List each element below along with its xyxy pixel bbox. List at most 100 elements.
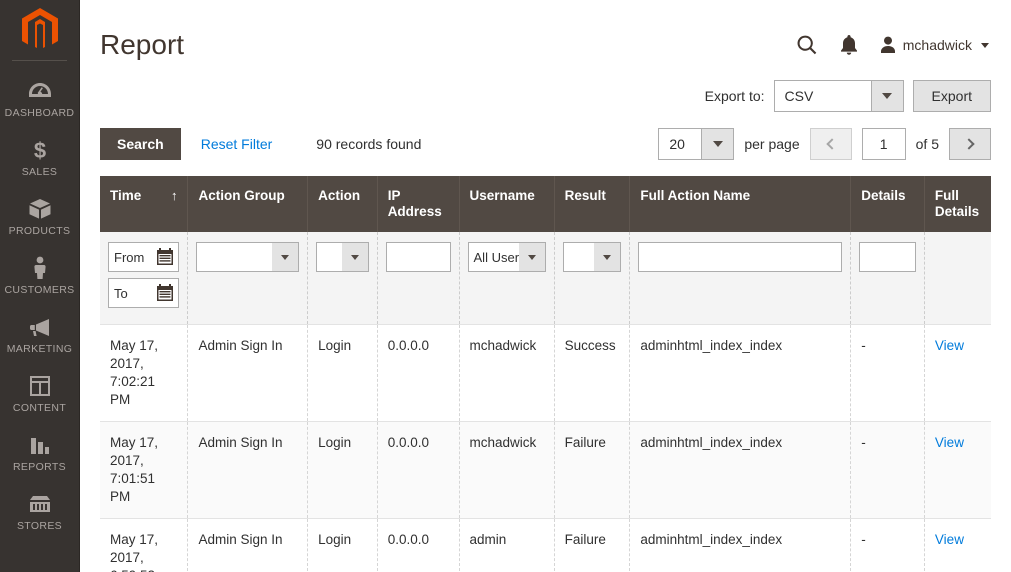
svg-text:$: $ (33, 138, 45, 162)
cell-action-group: Admin Sign In (188, 325, 308, 422)
table-row[interactable]: May 17, 2017, 7:02:21 PM Admin Sign In L… (100, 325, 991, 422)
cell-full-action-name: adminhtml_index_index (630, 519, 851, 572)
export-button[interactable]: Export (913, 80, 991, 112)
previous-page-button[interactable] (810, 128, 852, 160)
table-row[interactable]: May 17, 2017, 6:59:52 PM Admin Sign In L… (100, 519, 991, 572)
view-details-link[interactable]: View (935, 338, 964, 353)
column-header-action[interactable]: Action (308, 176, 378, 232)
cell-username: admin (459, 519, 554, 572)
export-row: Export to: CSV Export (80, 80, 1011, 112)
cell-action: Login (308, 422, 378, 519)
filter-result-value (564, 243, 595, 271)
page-number-input[interactable] (862, 128, 906, 160)
filter-details-input[interactable] (859, 242, 916, 272)
column-header-time[interactable]: Time ↑ (100, 176, 188, 232)
dashboard-icon (2, 78, 77, 104)
filter-cell-action (308, 232, 378, 325)
filter-username-select[interactable]: All Users (468, 242, 546, 272)
filter-cell-details (851, 232, 925, 325)
filter-ip-address-input[interactable] (386, 242, 451, 272)
column-header-ip-address[interactable]: IP Address (377, 176, 459, 232)
filter-time-to-value: To (109, 286, 155, 301)
cell-ip-address: 0.0.0.0 (377, 519, 459, 572)
sidebar: DASHBOARD $ SALES PRODUCTS CUSTOMERS MAR… (0, 0, 80, 572)
chevron-down-icon (701, 129, 733, 159)
per-page-select[interactable]: 20 (658, 128, 734, 160)
page-header: Report mchadwick (80, 0, 1011, 72)
reset-filter-link[interactable]: Reset Filter (201, 136, 273, 152)
sidebar-item-label: CUSTOMERS (2, 284, 77, 296)
filter-username-value: All Users (469, 243, 519, 271)
filter-time-from[interactable]: From (108, 242, 179, 272)
filter-time-from-value: From (109, 250, 155, 265)
cell-ip-address: 0.0.0.0 (377, 422, 459, 519)
column-header-result[interactable]: Result (554, 176, 630, 232)
cell-time: May 17, 2017, 7:01:51 PM (100, 422, 188, 519)
grid-header: Time ↑ Action Group Action IP Address Us… (100, 176, 991, 232)
bar-chart-icon (2, 432, 77, 458)
bell-icon[interactable] (840, 34, 858, 56)
filter-cell-action-group (188, 232, 308, 325)
sidebar-item-content[interactable]: CONTENT (0, 364, 79, 423)
column-header-action-group[interactable]: Action Group (188, 176, 308, 232)
records-found-label: 90 records found (316, 136, 421, 152)
table-row[interactable]: May 17, 2017, 7:01:51 PM Admin Sign In L… (100, 422, 991, 519)
chevron-left-icon (826, 138, 837, 149)
next-page-button[interactable] (949, 128, 991, 160)
calendar-icon (155, 247, 175, 267)
cell-full-details: View (924, 422, 991, 519)
sidebar-item-label: CONTENT (2, 402, 77, 414)
filter-cell-full-details (924, 232, 991, 325)
cell-ip-address: 0.0.0.0 (377, 325, 459, 422)
filter-action-select[interactable] (316, 242, 369, 272)
chevron-down-icon (871, 81, 903, 111)
cell-result: Failure (554, 519, 630, 572)
calendar-icon (155, 283, 175, 303)
filter-cell-full-action-name (630, 232, 851, 325)
cell-details: - (851, 519, 925, 572)
search-icon[interactable] (796, 34, 818, 56)
search-button[interactable]: Search (100, 128, 181, 160)
cell-full-details: View (924, 519, 991, 572)
admin-page: DASHBOARD $ SALES PRODUCTS CUSTOMERS MAR… (0, 0, 1011, 572)
sidebar-item-reports[interactable]: REPORTS (0, 423, 79, 482)
column-header-full-action-name[interactable]: Full Action Name (630, 176, 851, 232)
column-header-details[interactable]: Details (851, 176, 925, 232)
cell-action-group: Admin Sign In (188, 519, 308, 572)
per-page-value: 20 (659, 129, 701, 159)
cell-details: - (851, 325, 925, 422)
sidebar-item-products[interactable]: PRODUCTS (0, 187, 79, 246)
chevron-down-icon (519, 243, 545, 271)
filter-action-group-select[interactable] (196, 242, 299, 272)
filter-cell-username: All Users (459, 232, 554, 325)
export-format-select[interactable]: CSV (774, 80, 904, 112)
sidebar-item-customers[interactable]: CUSTOMERS (0, 246, 79, 305)
megaphone-icon (2, 314, 77, 340)
sidebar-item-stores[interactable]: STORES (0, 482, 79, 541)
sidebar-item-dashboard[interactable]: DASHBOARD (0, 69, 79, 128)
export-format-value: CSV (775, 81, 871, 111)
cell-details: - (851, 422, 925, 519)
cell-action: Login (308, 519, 378, 572)
grid-body: From To (100, 232, 991, 572)
view-details-link[interactable]: View (935, 435, 964, 450)
filter-cell-time: From To (100, 232, 188, 325)
column-header-username[interactable]: Username (459, 176, 554, 232)
filter-full-action-name-input[interactable] (638, 242, 842, 272)
view-details-link[interactable]: View (935, 532, 964, 547)
grid-toolbar: Search Reset Filter 90 records found 20 … (80, 126, 1011, 162)
column-label: Time (110, 188, 141, 204)
sidebar-item-label: MARKETING (2, 343, 77, 355)
user-menu[interactable]: mchadwick (880, 36, 989, 54)
magento-logo[interactable] (0, 0, 79, 60)
cell-full-action-name: adminhtml_index_index (630, 325, 851, 422)
sidebar-item-sales[interactable]: $ SALES (0, 128, 79, 187)
storefront-icon (2, 491, 77, 517)
chevron-down-icon (981, 43, 989, 48)
sidebar-item-marketing[interactable]: MARKETING (0, 305, 79, 364)
filter-cell-ip-address (377, 232, 459, 325)
filter-time-to[interactable]: To (108, 278, 179, 308)
column-header-full-details[interactable]: Full Details (924, 176, 991, 232)
filter-result-select[interactable] (563, 242, 622, 272)
sidebar-item-label: SALES (2, 166, 77, 178)
